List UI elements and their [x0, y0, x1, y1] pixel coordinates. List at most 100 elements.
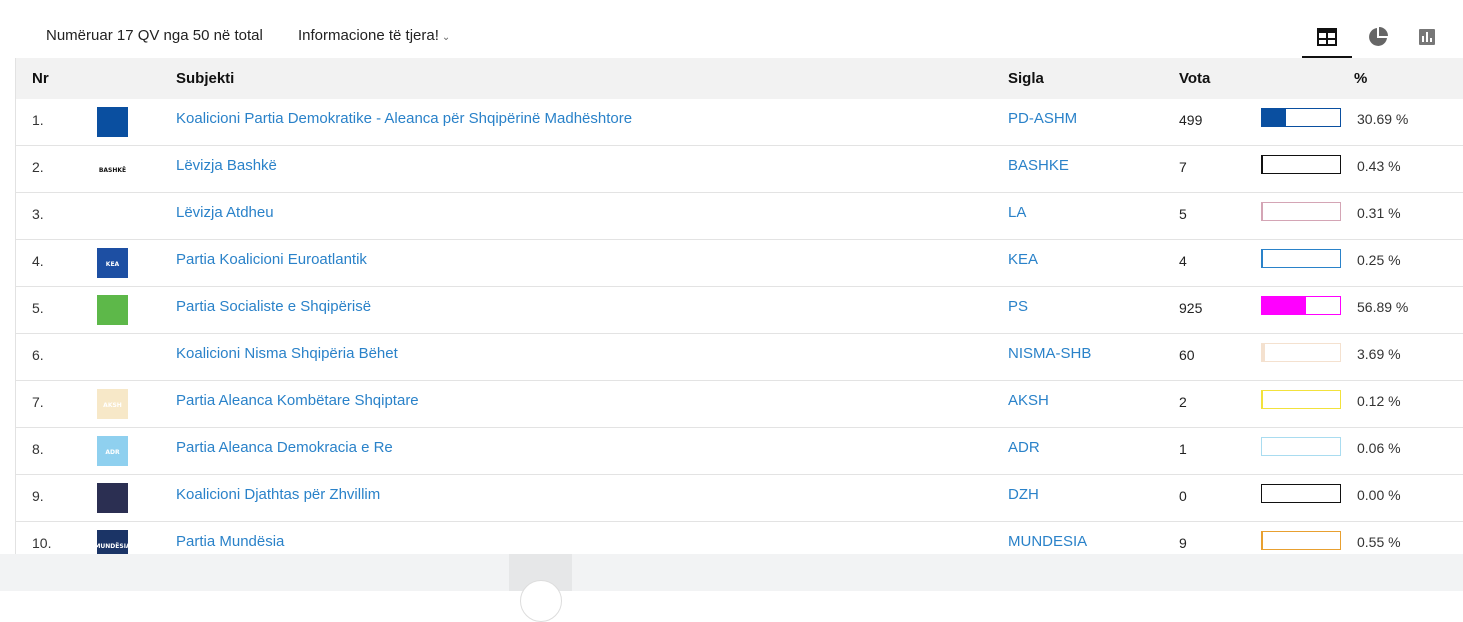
party-name-link[interactable]: Lëvizja Bashkë — [176, 157, 277, 174]
table-row: 9. Koalicioni Djathtas për Zhvillim DZH 0 0.… — [16, 475, 1463, 522]
percent-label: 0.43 % — [1357, 158, 1401, 174]
votes-count: 4 — [1179, 253, 1187, 269]
party-sigla-link[interactable]: NISMA-SHB — [1008, 345, 1091, 362]
percent-label: 56.89 % — [1357, 299, 1408, 315]
bar-view-button[interactable] — [1402, 18, 1452, 56]
percent-bar-fill — [1262, 344, 1265, 361]
percent-label: 0.12 % — [1357, 393, 1401, 409]
party-name-link[interactable]: Partia Aleanca Kombëtare Shqiptare — [176, 392, 419, 409]
percent-bar — [1261, 155, 1341, 174]
percent-bar — [1261, 484, 1341, 503]
votes-count: 5 — [1179, 206, 1187, 222]
party-logo-icon: BASHKË — [97, 154, 128, 184]
table-header: Nr Subjekti Sigla Vota % — [16, 58, 1463, 99]
percent-bar — [1261, 437, 1341, 456]
party-name-link[interactable]: Koalicioni Nisma Shqipëria Bëhet — [176, 345, 398, 362]
percent-bar — [1261, 343, 1341, 362]
party-sigla-link[interactable]: ADR — [1008, 439, 1040, 456]
table-row: 8. ADR Partia Aleanca Demokracia e Re ADR 1 0… — [16, 428, 1463, 475]
bar-chart-icon — [1419, 29, 1435, 45]
table-row: 10. MUNDËSIA Partia Mundësia MUNDESIA 9 0.55 … — [16, 522, 1463, 554]
party-sigla-link[interactable]: AKSH — [1008, 392, 1049, 409]
party-name-link[interactable]: Partia Mundësia — [176, 533, 284, 550]
table-row: 7.AKSHPartia Aleanca Kombëtare Shqiptare… — [16, 381, 1463, 428]
party-sigla-link[interactable]: KEA — [1008, 251, 1038, 268]
party-logo-icon — [97, 201, 128, 231]
percent-label: 30.69 % — [1357, 111, 1408, 127]
percent-label: 0.25 % — [1357, 252, 1401, 268]
header-votes: Vota — [1179, 70, 1210, 87]
table-row: 5. Partia Socialiste e Shqipërisë PS 925 56.… — [16, 287, 1463, 334]
party-sigla-link[interactable]: DZH — [1008, 486, 1039, 503]
footer-bar — [0, 554, 1463, 591]
more-info-dropdown[interactable]: Informacione të tjera!⌄ — [298, 27, 450, 44]
party-logo-text: KEA — [106, 261, 120, 268]
row-number: 3. — [32, 206, 44, 222]
row-number: 5. — [32, 300, 44, 316]
table-row: 6.Koalicioni Nisma Shqipëria BëhetNISMA-… — [16, 334, 1463, 381]
percent-bar-fill — [1262, 297, 1306, 314]
percent-label: 0.06 % — [1357, 440, 1401, 456]
party-logo-text: BASHKË — [99, 167, 126, 174]
row-number: 1. — [32, 112, 44, 128]
party-name-link[interactable]: Koalicioni Partia Demokratike - Aleanca … — [176, 110, 632, 127]
party-logo-text: AKSH — [103, 402, 122, 409]
counted-status: Numëruar 17 QV nga 50 në total — [46, 27, 263, 44]
percent-bar — [1261, 202, 1341, 221]
party-name-link[interactable]: Partia Socialiste e Shqipërisë — [176, 298, 371, 315]
row-number: 10. — [32, 535, 51, 551]
party-name-link[interactable]: Partia Aleanca Demokracia e Re — [176, 439, 393, 456]
votes-count: 9 — [1179, 535, 1187, 551]
votes-count: 2 — [1179, 394, 1187, 410]
party-logo-icon — [97, 295, 128, 325]
footer-toggle-button[interactable] — [509, 554, 572, 591]
percent-bar — [1261, 390, 1341, 409]
footer-circle-icon — [520, 580, 562, 622]
percent-label: 0.31 % — [1357, 205, 1401, 221]
results-table: Nr Subjekti Sigla Vota % 1. Koalicioni Pa… — [15, 58, 1463, 554]
table-row: 1. Koalicioni Partia Demokratike - Aleanc… — [16, 99, 1463, 146]
header-nr: Nr — [32, 70, 49, 87]
row-number: 4. — [32, 253, 44, 269]
party-logo-icon: KEA — [97, 248, 128, 278]
votes-count: 60 — [1179, 347, 1195, 363]
party-logo-icon: AKSH — [97, 389, 128, 419]
chevron-down-icon: ⌄ — [442, 32, 450, 43]
votes-count: 0 — [1179, 488, 1187, 504]
party-logo-icon — [97, 483, 128, 513]
percent-label: 3.69 % — [1357, 346, 1401, 362]
party-logo-icon — [97, 342, 128, 372]
party-logo-text: MUNDËSIA — [97, 543, 128, 550]
more-info-label: Informacione të tjera! — [298, 27, 439, 44]
party-sigla-link[interactable]: MUNDESIA — [1008, 533, 1087, 550]
party-name-link[interactable]: Koalicioni Djathtas për Zhvillim — [176, 486, 380, 503]
votes-count: 499 — [1179, 112, 1202, 128]
party-logo-icon: ADR — [97, 436, 128, 466]
party-sigla-link[interactable]: BASHKE — [1008, 157, 1069, 174]
percent-bar — [1261, 296, 1341, 315]
header-sigla: Sigla — [1008, 70, 1044, 87]
party-sigla-link[interactable]: PD-ASHM — [1008, 110, 1077, 127]
table-view-button[interactable] — [1302, 18, 1352, 58]
party-sigla-link[interactable]: LA — [1008, 204, 1026, 221]
percent-label: 0.00 % — [1357, 487, 1401, 503]
percent-label: 0.55 % — [1357, 534, 1401, 550]
party-name-link[interactable]: Partia Koalicioni Euroatlantik — [176, 251, 367, 268]
row-number: 8. — [32, 441, 44, 457]
percent-bar — [1261, 531, 1341, 550]
pie-view-button[interactable] — [1353, 18, 1403, 56]
party-logo-text: ADR — [105, 449, 120, 456]
party-logo-icon — [97, 107, 128, 137]
votes-count: 925 — [1179, 300, 1202, 316]
results-toolbar: Numëruar 17 QV nga 50 në total Informaci… — [0, 0, 1463, 58]
header-subject: Subjekti — [176, 70, 234, 87]
header-percent: % — [1354, 70, 1367, 87]
table-row: 3. Lëvizja Atdheu LA 5 0.31 % — [16, 193, 1463, 240]
votes-count: 1 — [1179, 441, 1187, 457]
party-name-link[interactable]: Lëvizja Atdheu — [176, 204, 274, 221]
pie-chart-icon — [1368, 27, 1388, 47]
party-logo-icon: MUNDËSIA — [97, 530, 128, 554]
row-number: 9. — [32, 488, 44, 504]
party-sigla-link[interactable]: PS — [1008, 298, 1028, 315]
table-row: 4. KEA Partia Koalicioni Euroatlantik KEA 4 0… — [16, 240, 1463, 287]
